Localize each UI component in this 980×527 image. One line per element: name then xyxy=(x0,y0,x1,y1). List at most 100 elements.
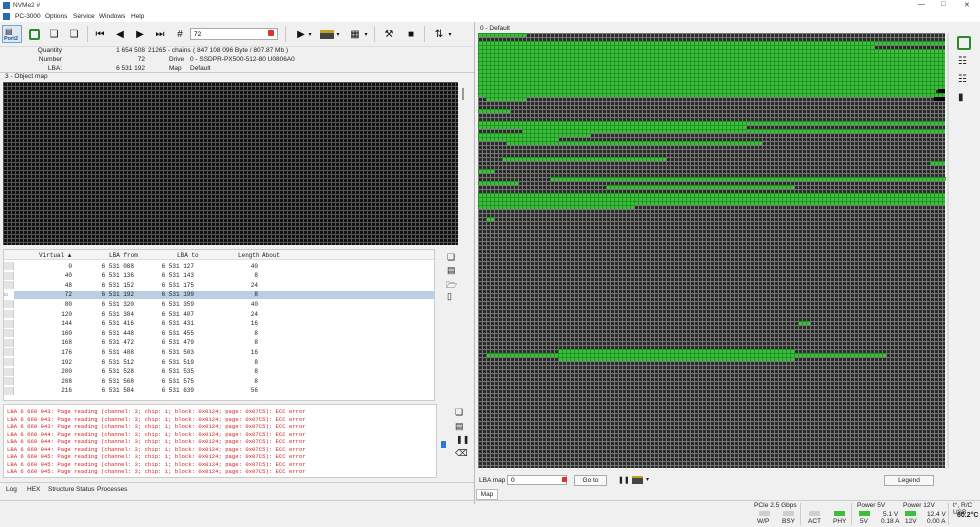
length-cell: 24 xyxy=(250,281,258,289)
lba-hash-button[interactable]: # xyxy=(171,25,189,43)
file-icon[interactable]: ▯ xyxy=(447,291,452,302)
map-scrollbar[interactable] xyxy=(947,33,949,468)
pause-icon[interactable]: ❚❚ xyxy=(456,435,469,444)
chevron-down-icon: ▾ xyxy=(336,31,340,38)
map-mode-dropdown[interactable]: ▾ xyxy=(334,25,342,43)
minimize-icon[interactable]: — xyxy=(918,1,925,8)
table-row[interactable]: 0 6 531 088 6 531 127 40 xyxy=(4,261,434,271)
first-button[interactable]: ⏮ xyxy=(91,25,109,43)
task-run-icon[interactable] xyxy=(957,36,971,50)
save-log-icon[interactable]: ▤ xyxy=(455,421,464,432)
table-row[interactable]: ▭ 72 6 531 192 6 531 199 8 xyxy=(4,290,434,300)
open-task-button[interactable] xyxy=(25,25,43,43)
legend-button[interactable]: Legend xyxy=(884,475,934,486)
table-row[interactable]: 168 6 531 472 6 531 479 8 xyxy=(4,338,434,348)
export-icon[interactable]: ❏ xyxy=(447,252,455,263)
next-button[interactable]: ▶ xyxy=(131,25,149,43)
prev-button[interactable]: ◀ xyxy=(111,25,129,43)
stop-button[interactable]: ■ xyxy=(402,25,420,43)
good-block xyxy=(478,193,945,205)
object-map[interactable] xyxy=(3,82,458,245)
menu-options[interactable]: Options xyxy=(45,13,67,20)
row-marker xyxy=(4,310,14,318)
col-length[interactable]: Length xyxy=(238,252,260,259)
settings-tool-icon[interactable]: ☷ xyxy=(958,74,967,85)
tab-status[interactable]: Status xyxy=(76,486,94,493)
row-marker xyxy=(4,300,14,309)
table-row[interactable]: 48 6 531 152 6 531 175 24 xyxy=(4,280,434,290)
object-map-scrollbar[interactable] xyxy=(462,88,464,100)
toolbar-separator xyxy=(374,26,375,42)
table-row[interactable]: 80 6 531 320 6 531 359 40 xyxy=(4,299,434,309)
lba-to-cell: 6 531 175 xyxy=(161,281,194,289)
col-virtual[interactable]: Virtual ▲ xyxy=(39,252,71,259)
panel-splitter[interactable] xyxy=(474,22,475,504)
maximize-icon[interactable]: □ xyxy=(941,1,945,8)
tab-hex[interactable]: HEX xyxy=(27,486,40,493)
table-row[interactable]: 160 6 531 448 6 531 455 8 xyxy=(4,328,434,338)
menu-service[interactable]: Service xyxy=(73,13,95,20)
pause-map-icon[interactable]: ❚❚ xyxy=(618,476,630,484)
table-row[interactable]: 144 6 531 416 6 531 431 16 xyxy=(4,319,434,329)
table-row[interactable]: 208 6 531 568 6 531 575 8 xyxy=(4,376,434,386)
table-row[interactable]: 192 6 531 512 6 531 519 8 xyxy=(4,357,434,367)
port-button[interactable]: ▤ Port2 xyxy=(2,25,22,43)
clear-map-input-icon[interactable] xyxy=(562,477,567,482)
map-label: Map xyxy=(169,65,182,72)
sort-dropdown[interactable]: ▾ xyxy=(446,25,454,43)
good-block xyxy=(798,321,810,325)
menu-help[interactable]: Help xyxy=(131,13,144,20)
table-row[interactable]: 176 6 531 488 6 531 503 16 xyxy=(4,347,434,357)
row-marker xyxy=(4,262,14,270)
goto-button[interactable]: Go to xyxy=(574,475,607,486)
good-block xyxy=(930,161,945,165)
col-lba-from[interactable]: LBA from xyxy=(109,252,138,259)
table-row[interactable]: 40 6 531 136 6 531 143 8 xyxy=(4,271,434,281)
save-icon[interactable]: ▤ xyxy=(447,265,456,276)
log-line: LBA 6 660 043: Page reading (channel: 3;… xyxy=(7,408,306,415)
table-row[interactable]: 216 6 531 584 6 531 639 56 xyxy=(4,386,434,396)
lba-map[interactable] xyxy=(478,33,946,468)
row-marker xyxy=(4,377,14,386)
last-button[interactable]: ⏭ xyxy=(151,25,169,43)
clear-log-icon[interactable]: ⌫ xyxy=(455,448,468,459)
tab-structure[interactable]: Structure xyxy=(48,486,74,493)
close-icon[interactable]: ✕ xyxy=(964,1,970,9)
copy-button[interactable]: ❏ xyxy=(45,25,63,43)
drive-tool-icon[interactable]: ☷ xyxy=(958,56,967,67)
power5-name: 5V xyxy=(860,518,868,525)
power12-led[interactable] xyxy=(905,511,916,516)
lba-from-cell: 6 531 528 xyxy=(101,368,134,376)
good-block xyxy=(478,93,945,97)
col-lba-to[interactable]: LBA to xyxy=(177,252,199,259)
tab-processes[interactable]: Processes xyxy=(97,486,127,493)
tools-button[interactable]: ⚒ xyxy=(380,25,398,43)
menu-pc3000[interactable]: PC-3000 xyxy=(15,13,41,20)
grid-dropdown[interactable]: ▾ xyxy=(362,25,370,43)
lba-value: 6 531 192 xyxy=(116,65,145,72)
panel-divider xyxy=(0,72,474,73)
lba-map-input[interactable] xyxy=(507,475,567,485)
chains-table[interactable]: Virtual ▲ LBA from LBA to Length About 0… xyxy=(3,249,435,401)
play-dropdown-button[interactable]: ▾ xyxy=(306,25,314,43)
power5-led[interactable] xyxy=(859,511,870,516)
table-row[interactable]: 120 6 531 384 6 531 407 24 xyxy=(4,309,434,319)
clear-input-icon[interactable] xyxy=(268,30,274,36)
map-view-icon[interactable] xyxy=(632,476,643,484)
terminal-tool-icon[interactable]: ▮ xyxy=(958,92,964,103)
col-about[interactable]: About xyxy=(262,252,280,259)
lba-number-input[interactable] xyxy=(190,28,278,40)
menu-windows[interactable]: Windows xyxy=(99,13,125,20)
chevron-down-icon[interactable]: ▾ xyxy=(646,476,649,483)
log-scroll-marker[interactable] xyxy=(441,441,446,448)
length-cell: 8 xyxy=(254,291,258,299)
app-logo-icon xyxy=(3,13,10,20)
table-row[interactable]: 200 6 531 528 6 531 535 8 xyxy=(4,367,434,377)
log-panel[interactable]: LBA 6 660 043: Page reading (channel: 3;… xyxy=(3,404,437,478)
copy-all-button[interactable]: ❏ xyxy=(65,25,83,43)
tab-log[interactable]: Log xyxy=(6,486,17,493)
tab-map[interactable]: Map xyxy=(476,489,498,500)
virtual-cell: 0 xyxy=(68,262,72,270)
length-cell: 8 xyxy=(254,368,258,376)
copy-log-icon[interactable]: ❏ xyxy=(455,407,463,418)
